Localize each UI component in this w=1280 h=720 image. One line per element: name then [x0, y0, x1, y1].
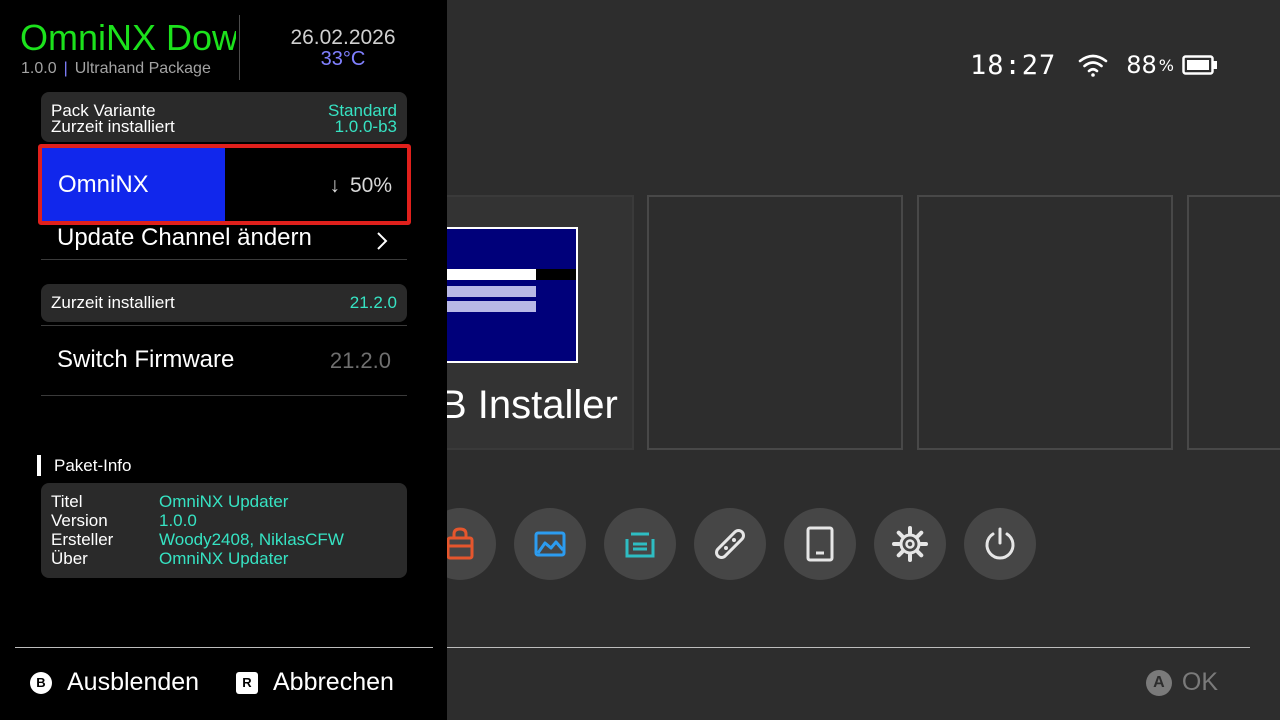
header-divider	[239, 15, 240, 80]
chevron-right-icon	[377, 232, 388, 250]
news-icon	[625, 532, 655, 558]
divider	[15, 647, 433, 648]
info-value: Woody2408, NiklasCFW	[159, 530, 344, 549]
info-key: Über	[51, 549, 88, 568]
pack-info-box: Pack Variante Standard Zurzeit installie…	[41, 92, 407, 142]
update-channel-item[interactable]: Update Channel ändern	[41, 222, 407, 260]
thumbnail-bar	[444, 269, 536, 280]
empty-tile[interactable]	[647, 195, 903, 450]
pack-installed-label: Zurzeit installiert	[51, 117, 175, 136]
screen: 18:27 88 % B Installer A OK OmniNX Dow 1…	[0, 0, 1280, 720]
ok-hint[interactable]: A OK	[1145, 668, 1218, 697]
switch-firmware-label: Switch Firmware	[57, 346, 235, 373]
firmware-installed-label: Zurzeit installiert	[51, 293, 175, 312]
divider	[41, 325, 407, 326]
firmware-installed-value: 21.2.0	[349, 293, 397, 312]
overlay-version: 1.0.0	[21, 60, 57, 77]
package-info-heading: Paket-Info	[37, 455, 132, 476]
tile-title: B Installer	[440, 383, 618, 427]
divider	[41, 259, 407, 260]
thumbnail-bar	[536, 269, 576, 280]
a-button-icon: A	[1145, 669, 1172, 696]
battery-icon	[1182, 55, 1217, 75]
console-icon	[806, 526, 834, 562]
settings-icon	[892, 526, 928, 562]
album-icon	[534, 531, 566, 557]
game-tile-installer[interactable]: B Installer	[420, 195, 634, 450]
overlay-subtitle: 1.0.0 | Ultrahand Package	[21, 60, 211, 78]
temperature: 33°C	[320, 48, 366, 70]
firmware-installed-box: Zurzeit installiert 21.2.0	[41, 284, 407, 322]
separator: |	[63, 60, 68, 77]
pack-installed-value: 1.0.0-b3	[334, 117, 397, 136]
download-item-omninx[interactable]: OmniNX ↓ 50%	[38, 144, 411, 225]
cancel-hint[interactable]: R Abbrechen	[236, 668, 394, 697]
date: 26.02.2026	[290, 26, 396, 49]
b-button-icon: B	[30, 671, 52, 694]
console-button[interactable]	[784, 508, 856, 580]
info-key: Titel	[51, 492, 83, 511]
info-key: Ersteller	[51, 530, 114, 549]
switch-firmware-item[interactable]: Switch Firmware 21.2.0	[41, 330, 407, 390]
hide-label: Ausblenden	[67, 668, 200, 696]
hide-hint[interactable]: B Ausblenden	[30, 668, 199, 697]
settings-button[interactable]	[874, 508, 946, 580]
battery-percent: 88	[1126, 51, 1157, 79]
info-key: Version	[51, 511, 108, 530]
info-value: OmniNX Updater	[159, 492, 289, 511]
news-button[interactable]	[604, 508, 676, 580]
battery-unit: %	[1158, 55, 1174, 75]
status-bar: 18:27 88 %	[970, 48, 1218, 82]
wifi-icon	[1078, 54, 1108, 77]
download-arrow-icon: ↓	[329, 174, 340, 197]
divider	[447, 647, 1250, 648]
thumbnail-bar	[444, 286, 536, 297]
info-value: 1.0.0	[159, 511, 197, 530]
power-icon	[985, 527, 1015, 560]
overlay-panel: OmniNX Dow 1.0.0 | Ultrahand Package 26.02…	[0, 0, 447, 720]
info-value: OmniNX Updater	[159, 549, 289, 568]
download-label: OmniNX	[58, 171, 149, 198]
clock: 18:27	[969, 49, 1057, 81]
thumbnail-bar	[444, 301, 536, 312]
overlay-package: Ultrahand Package	[74, 60, 211, 77]
empty-tile[interactable]	[917, 195, 1173, 450]
update-channel-label: Update Channel ändern	[57, 224, 312, 251]
power-button[interactable]	[964, 508, 1036, 580]
tile-thumbnail	[442, 227, 578, 363]
download-status: ↓ 50%	[329, 174, 392, 198]
controllers-button[interactable]	[694, 508, 766, 580]
overlay-title: OmniNX Dow	[20, 17, 236, 58]
empty-tile[interactable]	[1187, 195, 1280, 450]
r-button-icon: R	[236, 671, 258, 694]
controllers-icon	[715, 529, 745, 559]
package-info-box: Titel OmniNX Updater Version 1.0.0 Erste…	[41, 483, 407, 578]
cancel-label: Abbrechen	[273, 668, 394, 696]
album-button[interactable]	[514, 508, 586, 580]
download-percent: 50%	[349, 174, 392, 197]
ok-label: OK	[1181, 668, 1218, 696]
divider	[41, 395, 407, 396]
switch-firmware-value: 21.2.0	[329, 348, 391, 373]
